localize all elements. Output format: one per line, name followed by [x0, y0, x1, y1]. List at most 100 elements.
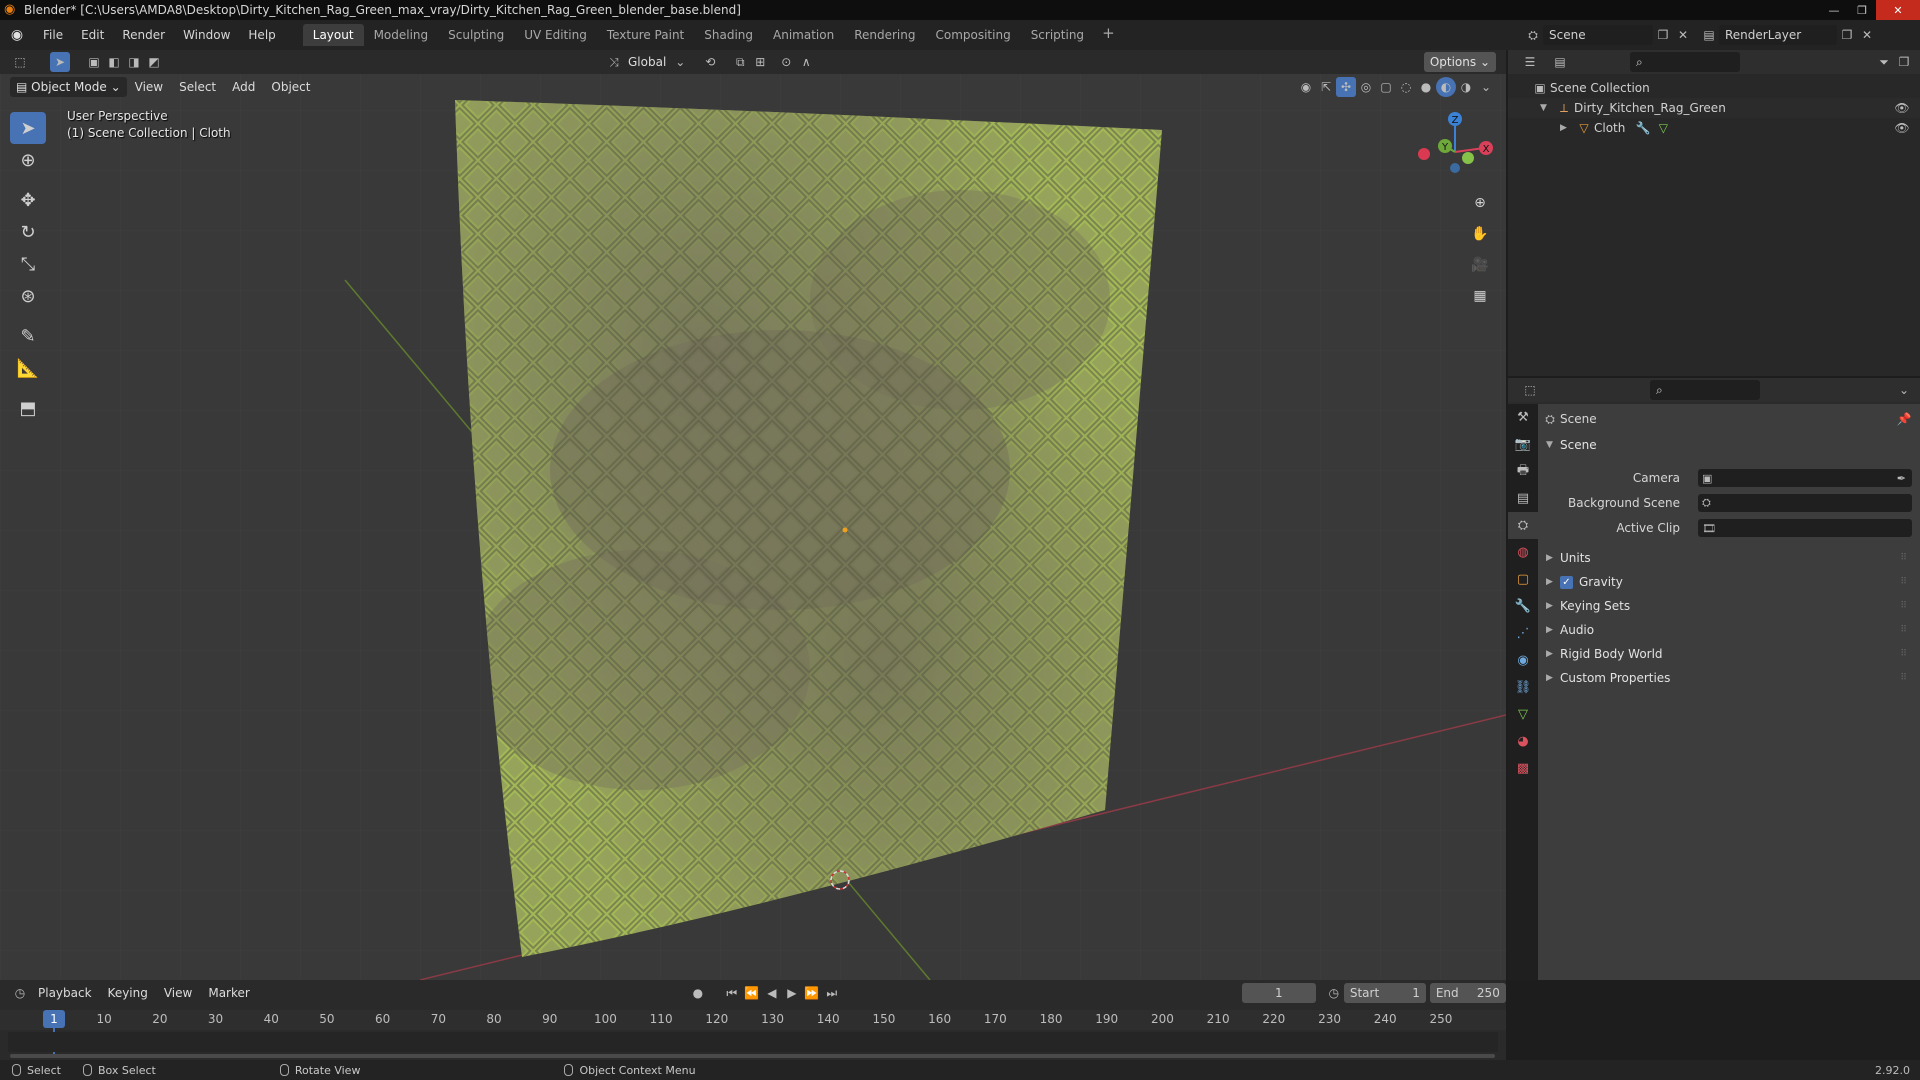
scale-tool-icon[interactable]: ⤡	[10, 248, 46, 280]
menu-add[interactable]: Add	[224, 80, 263, 94]
drag-grip-icon[interactable]: ⠿	[1900, 649, 1907, 659]
new-collection-icon[interactable]: ❐	[1894, 52, 1914, 72]
transform-tool-icon[interactable]: ⊛	[10, 280, 46, 312]
menu-window[interactable]: Window	[174, 24, 239, 46]
properties-options-icon[interactable]: ⌄	[1894, 380, 1914, 400]
drag-grip-icon[interactable]: ⠿	[1900, 601, 1907, 611]
gravity-panel-header[interactable]: ▶ ✓ Gravity ⠿	[1546, 571, 1912, 593]
shading-solid-icon[interactable]: ●	[1416, 77, 1436, 97]
ortho-grid-icon[interactable]: ▦	[1467, 283, 1493, 309]
scene-icon[interactable]: ⛭	[1523, 25, 1543, 45]
material-tab-icon[interactable]: ◕	[1508, 728, 1538, 755]
overlays-icon[interactable]: ◎	[1356, 77, 1376, 97]
constraints-tab-icon[interactable]: ⛓	[1508, 674, 1538, 701]
pin-icon[interactable]: 📌	[1894, 409, 1914, 429]
options-button[interactable]: Options ⌄	[1423, 52, 1496, 72]
blender-menu-icon[interactable]: ◉	[0, 27, 34, 43]
audio-panel-header[interactable]: ▶ Audio ⠿	[1546, 619, 1912, 641]
navigation-gizmo[interactable]: Z X Y ⊕ ✋ 🎥 ▦	[1400, 110, 1500, 304]
rigid-body-world-panel-header[interactable]: ▶ Rigid Body World ⠿	[1546, 643, 1912, 665]
menu-marker[interactable]: Marker	[200, 986, 257, 1000]
view-layer-tab-icon[interactable]: ▤	[1508, 485, 1538, 512]
timeline-track[interactable]	[8, 1032, 1498, 1052]
shading-material-icon[interactable]: ◐	[1436, 77, 1456, 97]
outliner-item-collection[interactable]: ▼ ⟂ Dirty_Kitchen_Rag_Green 👁	[1508, 98, 1920, 118]
physics-tab-icon[interactable]: ◉	[1508, 647, 1538, 674]
background-scene-field[interactable]: ⛭	[1698, 494, 1912, 512]
menu-help[interactable]: Help	[239, 24, 284, 46]
select-box-subtract-icon[interactable]: ◨	[124, 52, 144, 72]
tab-shading[interactable]: Shading	[694, 24, 763, 46]
scene-panel-header[interactable]: ▼ Scene	[1546, 434, 1597, 456]
particles-tab-icon[interactable]: ⋰	[1508, 620, 1538, 647]
view-layer-icon[interactable]: ▤	[1699, 25, 1719, 45]
prev-keyframe-icon[interactable]: ⏪	[742, 983, 762, 1003]
timeline-scrollbar[interactable]	[10, 1054, 1495, 1058]
render-tab-icon[interactable]: 📷	[1508, 431, 1538, 458]
menu-playback[interactable]: Playback	[30, 986, 100, 1000]
gravity-checkbox[interactable]: ✓	[1560, 575, 1573, 589]
select-tool-icon[interactable]: ➤	[10, 112, 46, 144]
menu-view[interactable]: View	[127, 80, 171, 94]
select-box-extend-icon[interactable]: ◧	[104, 52, 124, 72]
drag-grip-icon[interactable]: ⠿	[1900, 553, 1907, 563]
snap-target-icon[interactable]: ⊞	[750, 52, 770, 72]
transform-orientation[interactable]: Global	[624, 55, 670, 69]
menu-timeline-view[interactable]: View	[156, 986, 200, 1000]
tab-sculpting[interactable]: Sculpting	[438, 24, 514, 46]
menu-file[interactable]: File	[34, 24, 72, 46]
menu-edit[interactable]: Edit	[72, 24, 113, 46]
display-mode-icon[interactable]: ▤	[1550, 52, 1570, 72]
play-icon[interactable]: ▶	[782, 983, 802, 1003]
drag-grip-icon[interactable]: ⠿	[1900, 673, 1907, 683]
add-workspace-icon[interactable]: +	[1094, 24, 1123, 46]
properties-search-field[interactable]: ⌕	[1650, 380, 1760, 400]
start-frame-field[interactable]: Start 1	[1343, 983, 1426, 1003]
cursor-tool-icon[interactable]: ⊕	[10, 144, 46, 176]
tab-modeling[interactable]: Modeling	[364, 24, 439, 46]
world-tab-icon[interactable]: ◍	[1508, 539, 1538, 566]
output-tab-icon[interactable]: 🖶	[1508, 458, 1538, 485]
tab-scripting[interactable]: Scripting	[1021, 24, 1094, 46]
collapse-arrow-icon[interactable]: ▶	[1560, 123, 1574, 133]
tab-texture-paint[interactable]: Texture Paint	[597, 24, 694, 46]
pivot-icon[interactable]: ⟲	[700, 52, 720, 72]
data-tab-icon[interactable]: ▽	[1508, 701, 1538, 728]
drag-grip-icon[interactable]: ⠿	[1900, 577, 1907, 587]
new-view-layer-icon[interactable]: ❐	[1837, 25, 1857, 45]
scene-tab-icon[interactable]: ⛭	[1508, 512, 1538, 539]
select-box-invert-icon[interactable]: ◩	[144, 52, 164, 72]
timeline-editor-icon[interactable]: ◷	[10, 983, 30, 1003]
delete-view-layer-icon[interactable]: ✕	[1857, 25, 1877, 45]
next-keyframe-icon[interactable]: ⏩	[802, 983, 822, 1003]
move-tool-icon[interactable]: ✥	[10, 184, 46, 216]
modifier-wrench-icon[interactable]: 🔧	[1633, 118, 1653, 138]
playhead-frame[interactable]: 1	[43, 1010, 65, 1028]
tab-animation[interactable]: Animation	[763, 24, 844, 46]
mode-selector[interactable]: ▤ Object Mode ⌄	[10, 77, 127, 97]
menu-render[interactable]: Render	[113, 24, 174, 46]
delete-scene-icon[interactable]: ✕	[1673, 25, 1693, 45]
rotate-tool-icon[interactable]: ↻	[10, 216, 46, 248]
menu-object[interactable]: Object	[263, 80, 318, 94]
jump-end-icon[interactable]: ⏭	[822, 983, 842, 1003]
select-box-new-icon[interactable]: ▣	[84, 52, 104, 72]
units-panel-header[interactable]: ▶ Units ⠿	[1546, 547, 1912, 569]
tool-tab-icon[interactable]: ⚒	[1508, 404, 1538, 431]
properties-editor-icon[interactable]: ⬚	[1520, 380, 1540, 400]
falloff-icon[interactable]: ∧	[796, 52, 816, 72]
camera-field[interactable]: ▣ ✒	[1698, 469, 1912, 487]
outliner-item-cloth[interactable]: ▶ ▽ Cloth 🔧 ▽ 👁	[1508, 118, 1920, 138]
zoom-icon[interactable]: ⊕	[1467, 190, 1493, 216]
visibility-icon[interactable]: ◉	[1296, 77, 1316, 97]
outliner-editor-icon[interactable]: ☰	[1520, 52, 1540, 72]
menu-keying[interactable]: Keying	[100, 986, 156, 1000]
new-scene-icon[interactable]: ❐	[1653, 25, 1673, 45]
gizmo-toggle-icon[interactable]: ⇱	[1316, 77, 1336, 97]
mesh-data-icon[interactable]: ▽	[1653, 118, 1673, 138]
custom-properties-panel-header[interactable]: ▶ Custom Properties ⠿	[1546, 667, 1912, 689]
tab-layout[interactable]: Layout	[302, 24, 364, 46]
tab-uv-editing[interactable]: UV Editing	[514, 24, 597, 46]
maximize-icon[interactable]: ❐	[1848, 0, 1876, 20]
pan-hand-icon[interactable]: ✋	[1467, 221, 1493, 247]
